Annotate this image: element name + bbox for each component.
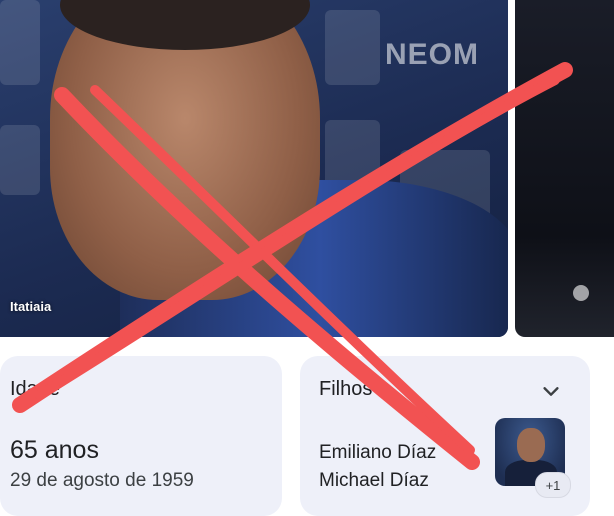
sponsor-logo-text: NEOM [385,38,479,71]
photo-credit: Itatiaia [10,299,52,314]
birth-date: 29 de agosto de 1959 [10,470,194,491]
light-spot [573,285,589,301]
more-children-badge[interactable]: +1 [535,472,571,498]
age-label: Idade [10,378,61,400]
backdrop-tile [0,125,40,195]
backdrop-tile [325,10,380,85]
secondary-photo[interactable] [515,0,614,337]
age-card[interactable]: Idade 65 anos 29 de agosto de 1959 [0,356,282,516]
main-photo[interactable]: NEOM Itatiaia [0,0,508,337]
backdrop-tile [0,0,40,85]
age-value: 65 anos [10,436,99,464]
child-name-michael[interactable]: Michael Díaz [319,470,429,492]
child-name-emiliano[interactable]: Emiliano Díaz [319,442,436,464]
expand-button[interactable] [536,376,566,406]
children-card[interactable]: Filhos Emiliano Díaz Michael Díaz +1 [300,356,590,516]
chevron-down-icon [543,387,559,396]
children-label: Filhos [319,378,373,400]
thumb-face [517,428,545,462]
